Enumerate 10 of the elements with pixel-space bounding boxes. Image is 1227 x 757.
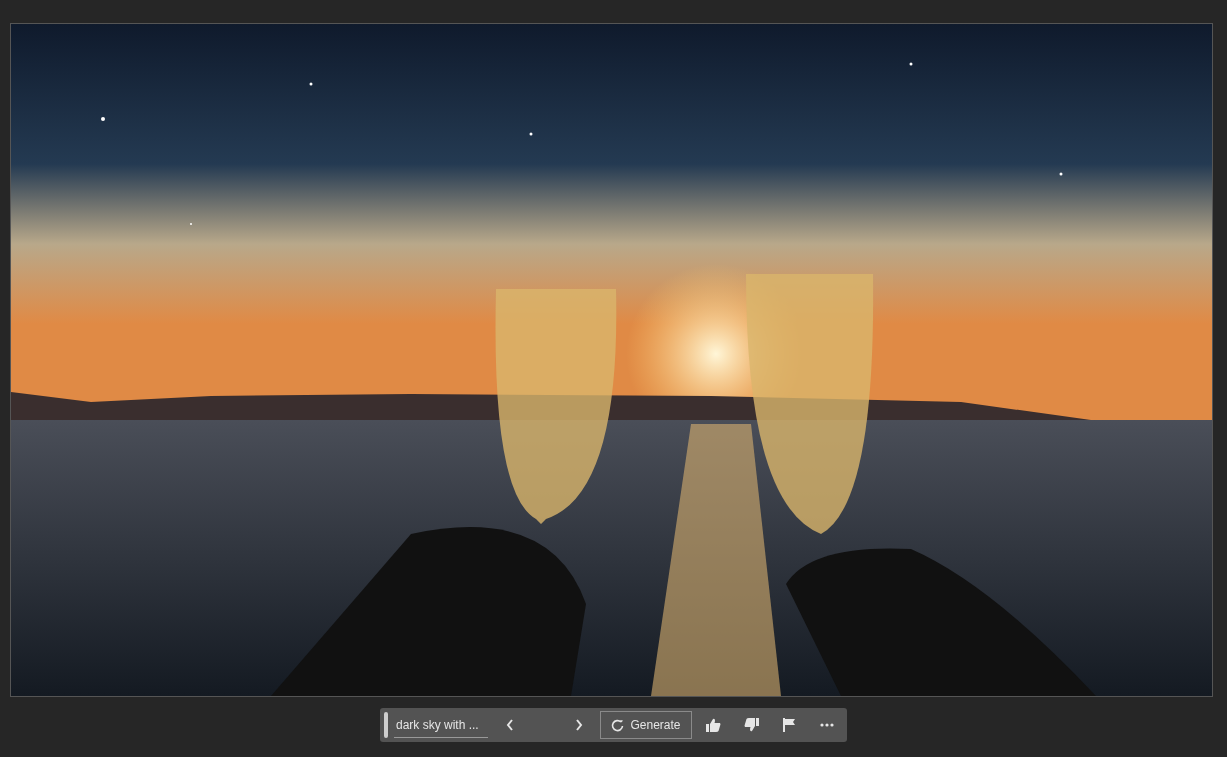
flag-icon [783, 718, 795, 732]
thumbs-down-icon [743, 718, 759, 732]
prompt-field[interactable]: dark sky with ... [394, 712, 488, 738]
refresh-icon [611, 718, 625, 732]
chevron-right-icon [575, 719, 583, 731]
thumbs-up-icon [705, 718, 721, 732]
drag-handle-icon[interactable] [384, 712, 388, 738]
generate-button[interactable]: Generate [600, 711, 692, 739]
more-icon [820, 723, 834, 727]
chevron-left-icon [506, 719, 514, 731]
